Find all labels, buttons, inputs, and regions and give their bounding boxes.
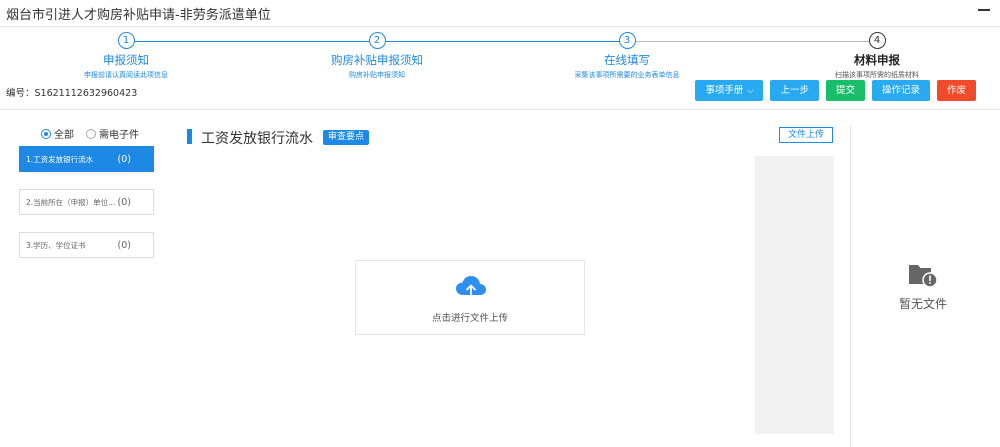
material-item[interactable]: 3.学历、学位证书 (0) — [19, 232, 154, 258]
upload-dropzone[interactable]: 点击进行文件上传 — [355, 260, 585, 335]
step-2-desc: 购房补贴申报须知 — [349, 71, 405, 79]
step-4[interactable]: 4 材料申报 扫描该事项所需的纸质材料 — [767, 32, 987, 80]
step-4-title: 材料申报 — [854, 53, 900, 67]
review-points-tag[interactable]: 审查要点 — [323, 130, 370, 145]
thumbnail-strip — [755, 156, 834, 434]
step-2-title: 购房补贴申报须知 — [331, 53, 423, 67]
material-count: (0) — [117, 239, 131, 251]
minimize-icon[interactable] — [978, 9, 990, 11]
manual-dropdown-button[interactable]: 事项手册 ⌵ — [695, 80, 764, 101]
empty-preview: 暂无文件 — [868, 262, 978, 312]
radio-checked-icon — [41, 128, 51, 139]
material-count: (0) — [117, 153, 131, 165]
section-marker — [187, 129, 192, 144]
file-upload-button[interactable]: 文件上传 — [779, 127, 833, 143]
section-title: 工资发放银行流水 — [201, 131, 313, 147]
step-3-desc: 采集该事项所需要的业务表单信息 — [574, 71, 680, 79]
material-item[interactable]: 1.工资发放银行流水 (0) — [19, 146, 154, 172]
material-filter: 全部 需电子件 — [41, 126, 139, 141]
material-count: (0) — [117, 196, 131, 208]
step-1-desc: 申报前请认真阅读此项信息 — [84, 71, 168, 79]
step-1-number: 1 — [117, 32, 135, 49]
step-1[interactable]: 1 申报须知 申报前请认真阅读此项信息 — [16, 32, 236, 80]
material-item[interactable]: 2.当前所在（申报）单位... (0) — [19, 189, 154, 215]
title-bar: 烟台市引进人才购房补贴申请-非劳务派遣单位 — [0, 0, 1000, 27]
step-4-number: 4 — [868, 32, 886, 49]
operation-log-button[interactable]: 操作记录 — [871, 80, 930, 101]
step-2[interactable]: 2 购房补贴申报须知 购房补贴申报须知 — [267, 32, 487, 80]
prev-step-button[interactable]: 上一步 — [770, 80, 819, 101]
step-3-number: 3 — [618, 32, 636, 49]
filter-electronic-label: 需电子件 — [99, 130, 139, 141]
step-3[interactable]: 3 在线填写 采集该事项所需要的业务表单信息 — [517, 32, 737, 80]
filter-electronic-radio[interactable]: 需电子件 — [86, 126, 139, 141]
chevron-down-icon: ⌵ — [747, 86, 754, 95]
folder-alert-icon — [909, 265, 938, 288]
panel-divider — [850, 126, 851, 447]
no-file-text: 暂无文件 — [898, 297, 947, 311]
step-4-desc: 扫描该事项所需的纸质材料 — [835, 71, 919, 79]
material-name: 2.当前所在（申报）单位... — [26, 197, 116, 207]
dropzone-text: 点击进行文件上传 — [431, 313, 508, 324]
application-number: 编号：S1621112632960423 — [6, 88, 138, 99]
radio-unchecked-icon — [86, 128, 96, 139]
step-1-title: 申报须知 — [103, 53, 149, 67]
filter-all-radio[interactable]: 全部 — [41, 126, 74, 141]
step-2-number: 2 — [368, 32, 386, 49]
manual-button-label: 事项手册 — [705, 85, 744, 96]
filter-all-label: 全部 — [54, 130, 74, 141]
cloud-upload-icon — [456, 276, 486, 300]
step-3-title: 在线填写 — [604, 53, 650, 67]
material-list: 1.工资发放银行流水 (0) 2.当前所在（申报）单位... (0) 3.学历、… — [19, 146, 154, 275]
void-button[interactable]: 作废 — [936, 80, 976, 101]
material-name: 3.学历、学位证书 — [26, 240, 86, 250]
window-title: 烟台市引进人才购房补贴申请-非劳务派遣单位 — [6, 8, 271, 23]
submit-button[interactable]: 提交 — [825, 80, 865, 101]
material-name: 1.工资发放银行流水 — [26, 154, 94, 164]
action-toolbar: 事项手册 ⌵ 上一步 提交 操作记录 作废 — [695, 80, 976, 101]
